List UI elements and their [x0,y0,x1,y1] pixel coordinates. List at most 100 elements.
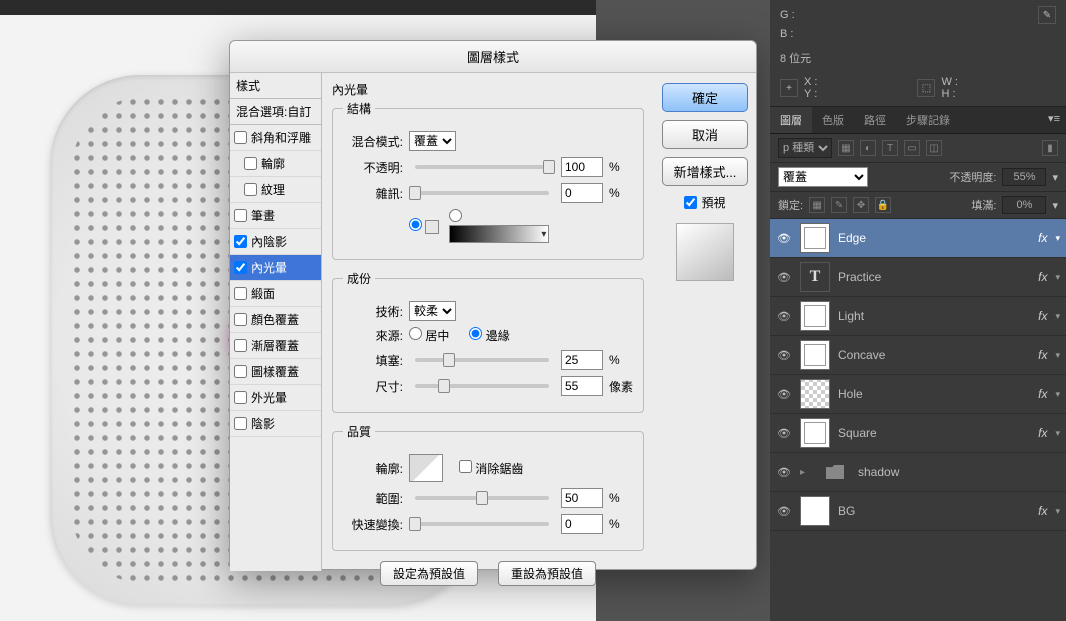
size-slider[interactable] [415,384,549,388]
layer-thumb[interactable] [800,340,830,370]
style-bevel[interactable]: 斜角和浮雕 [230,125,321,151]
noise-slider[interactable] [415,191,549,195]
filter-toggle-icon[interactable]: ▮ [1042,140,1058,156]
visibility-icon[interactable]: 👁 [776,349,792,362]
layer-row-bg[interactable]: 👁 BG fx ▾ [770,492,1066,531]
visibility-icon[interactable]: 👁 [776,427,792,440]
fx-badge[interactable]: fx [1038,387,1047,401]
style-contour[interactable]: 輪廓 [230,151,321,177]
folder-disclosure-icon[interactable]: ▸ [800,467,812,478]
filter-pixel-icon[interactable]: ▦ [838,140,854,156]
layer-thumb[interactable] [800,496,830,526]
jitter-slider[interactable] [415,522,549,526]
panel-menu-icon[interactable]: ▾≡ [1042,107,1066,133]
source-edge-radio[interactable]: 邊緣 [469,327,509,344]
layer-thumb[interactable] [800,301,830,331]
fx-badge[interactable]: fx [1038,231,1047,245]
opacity-input[interactable] [561,157,603,177]
lock-all-icon[interactable]: 🔒 [875,197,891,213]
fx-badge[interactable]: fx [1038,504,1047,518]
new-style-button[interactable]: 新增樣式... [662,157,748,186]
style-gradient-overlay[interactable]: 漸層覆蓋 [230,333,321,359]
style-outer-glow[interactable]: 外光暈 [230,385,321,411]
tab-layers[interactable]: 圖層 [770,107,812,133]
filter-shape-icon[interactable]: ▭ [904,140,920,156]
layer-row-shadow[interactable]: 👁 ▸ shadow [770,453,1066,492]
layer-thumb[interactable] [800,418,830,448]
opacity-dropdown-icon[interactable]: ▾ [1052,171,1058,184]
visibility-icon[interactable]: 👁 [776,271,792,284]
tab-channels[interactable]: 色版 [812,107,854,133]
chevron-down-icon[interactable]: ▾ [1055,506,1060,517]
layer-row-practice[interactable]: 👁 T Practice fx ▾ [770,258,1066,297]
choke-input[interactable] [561,350,603,370]
gradientoverlay-checkbox[interactable] [234,339,247,352]
layer-row-hole[interactable]: 👁 Hole fx ▾ [770,375,1066,414]
dropshadow-checkbox[interactable] [234,417,247,430]
technique-select[interactable]: 較柔 [409,301,456,321]
antialias-check[interactable]: 消除鋸齒 [459,460,523,477]
chevron-down-icon[interactable]: ▾ [1055,233,1060,244]
make-default-button[interactable]: 設定為預設值 [380,561,478,586]
blend-options-header[interactable]: 混合選項:自訂 [230,99,321,125]
reset-default-button[interactable]: 重設為預設值 [498,561,596,586]
layer-thumb[interactable] [800,379,830,409]
patternoverlay-checkbox[interactable] [234,365,247,378]
visibility-icon[interactable]: 👁 [776,466,792,479]
range-slider[interactable] [415,496,549,500]
size-input[interactable] [561,376,603,396]
visibility-icon[interactable]: 👁 [776,232,792,245]
kind-filter-select[interactable]: p 種類 [778,138,832,158]
lock-transparent-icon[interactable]: ▦ [809,197,825,213]
tab-paths[interactable]: 路徑 [854,107,896,133]
chevron-down-icon[interactable]: ▾ [1055,389,1060,400]
fx-badge[interactable]: fx [1038,309,1047,323]
glow-gradient-swatch[interactable] [449,225,549,243]
visibility-icon[interactable]: 👁 [776,388,792,401]
fill-dropdown-icon[interactable]: ▾ [1052,199,1058,212]
stroke-checkbox[interactable] [234,209,247,222]
chevron-down-icon[interactable]: ▾ [1055,428,1060,439]
fx-badge[interactable]: fx [1038,348,1047,362]
ok-button[interactable]: 確定 [662,83,748,112]
style-color-overlay[interactable]: 顏色覆蓋 [230,307,321,333]
styles-header[interactable]: 樣式 [230,73,321,99]
contour-checkbox[interactable] [244,157,257,170]
source-center-radio[interactable]: 居中 [409,327,449,344]
blendmode-select[interactable]: 覆蓋 [409,131,456,151]
chevron-down-icon[interactable]: ▾ [1055,311,1060,322]
tab-history[interactable]: 步驟記錄 [896,107,960,133]
layer-blendmode-select[interactable]: 覆蓋 [778,167,868,187]
outerglow-checkbox[interactable] [234,391,247,404]
layer-thumb[interactable] [800,223,830,253]
noise-input[interactable] [561,183,603,203]
chevron-down-icon[interactable]: ▾ [1055,272,1060,283]
bevel-checkbox[interactable] [234,131,247,144]
satin-checkbox[interactable] [234,287,247,300]
cancel-button[interactable]: 取消 [662,120,748,149]
filter-adjust-icon[interactable]: ◐ [860,140,876,156]
lock-position-icon[interactable]: ✥ [853,197,869,213]
lock-pixels-icon[interactable]: ✎ [831,197,847,213]
filter-smart-icon[interactable]: ◫ [926,140,942,156]
style-texture[interactable]: 紋理 [230,177,321,203]
chevron-down-icon[interactable]: ▾ [1055,350,1060,361]
opacity-slider[interactable] [415,165,549,169]
style-pattern-overlay[interactable]: 圖樣覆蓋 [230,359,321,385]
gradient-radio[interactable] [449,209,549,243]
solid-color-radio[interactable] [409,218,439,235]
innershadow-checkbox[interactable] [234,235,247,248]
layer-thumb[interactable]: T [800,262,830,292]
visibility-icon[interactable]: 👁 [776,310,792,323]
fx-badge[interactable]: fx [1038,270,1047,284]
coloroverlay-checkbox[interactable] [234,313,247,326]
innerglow-checkbox[interactable] [234,261,247,274]
style-inner-shadow[interactable]: 內陰影 [230,229,321,255]
style-satin[interactable]: 緞面 [230,281,321,307]
visibility-icon[interactable]: 👁 [776,505,792,518]
layer-row-square[interactable]: 👁 Square fx ▾ [770,414,1066,453]
texture-checkbox[interactable] [244,183,257,196]
style-inner-glow[interactable]: 內光暈 [230,255,321,281]
folder-icon[interactable] [820,457,850,487]
jitter-input[interactable] [561,514,603,534]
